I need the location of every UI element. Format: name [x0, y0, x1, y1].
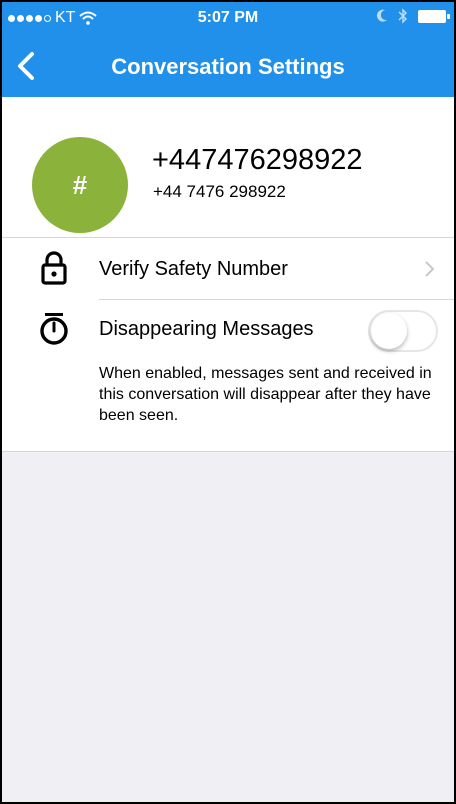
lock-icon: [41, 251, 67, 285]
header-bar: KT 5:07 PM Conversation Settings: [2, 2, 454, 97]
status-bar: KT 5:07 PM: [2, 2, 454, 38]
toggle-knob: [371, 313, 407, 349]
bluetooth-icon: [398, 8, 408, 24]
chevron-right-icon: [425, 261, 435, 277]
verify-safety-number-row[interactable]: Verify Safety Number: [2, 239, 454, 299]
avatar: #: [32, 137, 128, 233]
divider: [2, 237, 454, 238]
contact-formatted-number: +44 7476 298922: [153, 182, 286, 201]
verify-safety-number-label: Verify Safety Number: [99, 258, 288, 280]
disappearing-messages-description: When enabled, messages sent and received…: [99, 365, 432, 424]
timer-icon: [40, 313, 68, 345]
moon-icon: [376, 9, 387, 22]
page-title: Conversation Settings: [111, 54, 345, 79]
status-right: [376, 8, 450, 24]
settings-card: # +447476298922 +44 7476 298922 Verify S…: [2, 97, 454, 452]
divider: [99, 299, 454, 300]
disappearing-messages-toggle[interactable]: [368, 310, 438, 352]
contact-number: +447476298922: [152, 144, 363, 176]
battery-icon: [418, 9, 450, 23]
navigation-bar: Conversation Settings: [2, 38, 454, 94]
screen: KT 5:07 PM Conversation Settings # +4474…: [0, 0, 456, 804]
disappearing-messages-label: Disappearing Messages: [99, 318, 314, 340]
